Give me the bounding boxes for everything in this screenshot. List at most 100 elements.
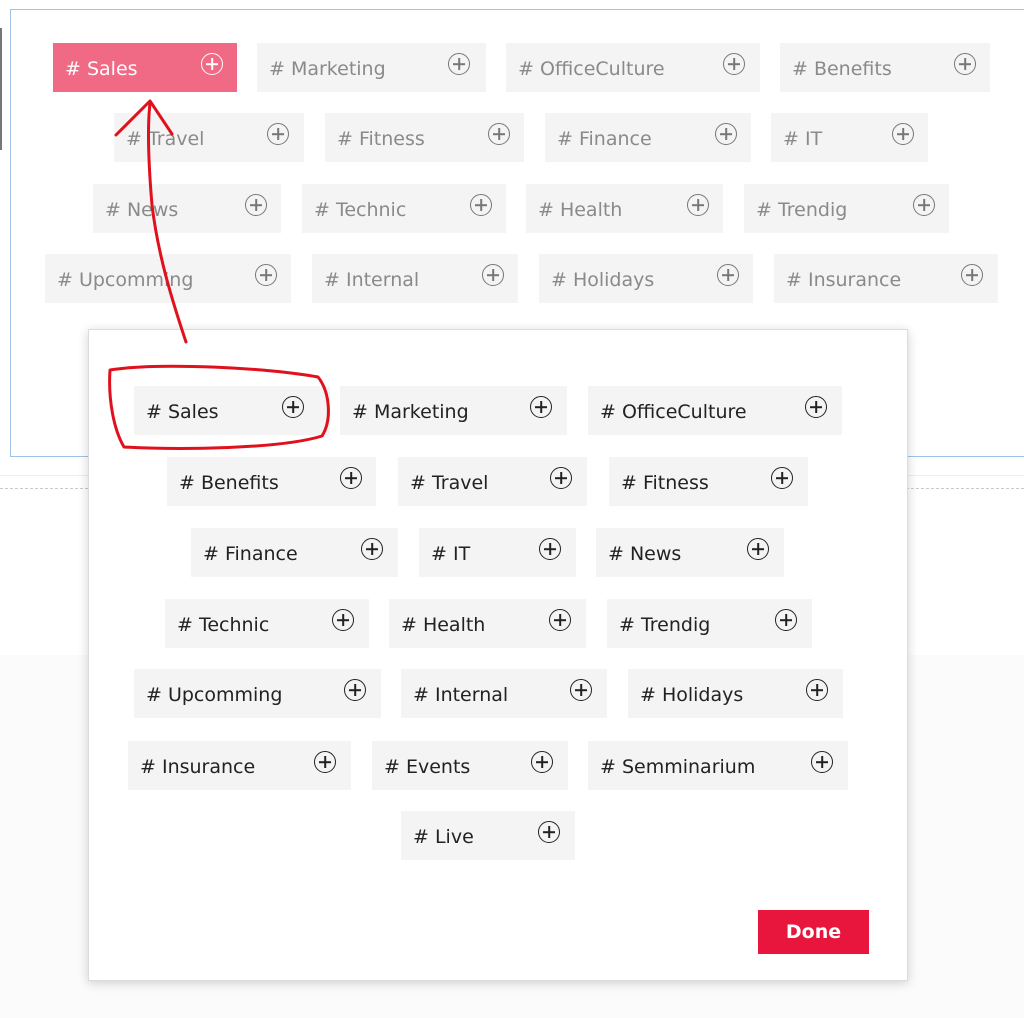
- modal-tag-upcomming[interactable]: # Upcomming: [134, 669, 381, 718]
- tag-marketing[interactable]: # Marketing: [257, 43, 486, 92]
- add-icon[interactable]: [530, 396, 552, 418]
- tag-health[interactable]: # Health: [526, 184, 723, 233]
- tag-label: # Trendig: [619, 614, 711, 636]
- tag-label: # IT: [783, 128, 823, 150]
- add-icon[interactable]: [775, 609, 797, 631]
- tag-label: # Health: [401, 614, 486, 636]
- tag-label: # Insurance: [140, 756, 256, 778]
- tag-label: # Upcomming: [57, 269, 194, 291]
- tag-label: # Holidays: [551, 269, 655, 291]
- tag-label: # Upcomming: [146, 684, 283, 706]
- tag-travel[interactable]: # Travel: [114, 113, 304, 162]
- tag-label: # Trendig: [756, 199, 848, 221]
- add-icon[interactable]: [961, 264, 983, 286]
- modal-tag-fitness[interactable]: # Fitness: [609, 457, 808, 506]
- tag-fitness[interactable]: # Fitness: [325, 113, 524, 162]
- tag-label: # Internal: [324, 269, 420, 291]
- tag-label: # Sales: [65, 58, 138, 80]
- add-icon[interactable]: [892, 123, 914, 145]
- modal-tag-semminarium[interactable]: # Semminarium: [588, 741, 848, 790]
- add-icon[interactable]: [267, 123, 289, 145]
- modal-tag-sales[interactable]: # Sales: [134, 386, 330, 435]
- tag-insurance[interactable]: # Insurance: [774, 254, 998, 303]
- add-icon[interactable]: [282, 396, 304, 418]
- add-icon[interactable]: [806, 679, 828, 701]
- tag-label: # News: [105, 199, 179, 221]
- add-icon[interactable]: [715, 123, 737, 145]
- add-icon[interactable]: [201, 53, 223, 75]
- add-icon[interactable]: [314, 751, 336, 773]
- tag-news[interactable]: # News: [93, 184, 281, 233]
- tag-technic[interactable]: # Technic: [302, 184, 506, 233]
- tag-internal[interactable]: # Internal: [312, 254, 518, 303]
- add-icon[interactable]: [361, 538, 383, 560]
- modal-tag-live[interactable]: # Live: [401, 811, 575, 860]
- tag-label: # Internal: [413, 684, 509, 706]
- add-icon[interactable]: [448, 53, 470, 75]
- add-icon[interactable]: [687, 194, 709, 216]
- tag-label: # Marketing: [352, 401, 469, 423]
- tag-sales-selected[interactable]: # Sales: [53, 43, 237, 92]
- tag-label: # Benefits: [179, 472, 279, 494]
- add-icon[interactable]: [488, 123, 510, 145]
- modal-tag-marketing[interactable]: # Marketing: [340, 386, 567, 435]
- add-icon[interactable]: [340, 467, 362, 489]
- tag-label: # Benefits: [792, 58, 892, 80]
- modal-tag-internal[interactable]: # Internal: [401, 669, 607, 718]
- add-icon[interactable]: [482, 264, 504, 286]
- tag-label: # Technic: [177, 614, 270, 636]
- add-icon[interactable]: [913, 194, 935, 216]
- modal-tag-trendig[interactable]: # Trendig: [607, 599, 812, 648]
- add-icon[interactable]: [811, 751, 833, 773]
- tag-holidays[interactable]: # Holidays: [539, 254, 753, 303]
- tag-benefits[interactable]: # Benefits: [780, 43, 990, 92]
- modal-tag-technic[interactable]: # Technic: [165, 599, 369, 648]
- add-icon[interactable]: [344, 679, 366, 701]
- tag-label: # Fitness: [621, 472, 709, 494]
- add-icon[interactable]: [531, 751, 553, 773]
- add-icon[interactable]: [717, 264, 739, 286]
- tag-label: # News: [608, 543, 682, 565]
- tag-label: # OfficeCulture: [600, 401, 747, 423]
- tag-upcomming[interactable]: # Upcomming: [45, 254, 291, 303]
- tag-label: # Semminarium: [600, 756, 756, 778]
- add-icon[interactable]: [747, 538, 769, 560]
- add-icon[interactable]: [255, 264, 277, 286]
- add-icon[interactable]: [549, 609, 571, 631]
- modal-tag-finance[interactable]: # Finance: [191, 528, 398, 577]
- add-icon[interactable]: [470, 194, 492, 216]
- modal-tag-events[interactable]: # Events: [372, 741, 568, 790]
- modal-tag-holidays[interactable]: # Holidays: [628, 669, 843, 718]
- add-icon[interactable]: [723, 53, 745, 75]
- done-button[interactable]: Done: [758, 910, 869, 954]
- add-icon[interactable]: [570, 679, 592, 701]
- tag-label: # Finance: [203, 543, 298, 565]
- modal-tag-health[interactable]: # Health: [389, 599, 586, 648]
- add-icon[interactable]: [805, 396, 827, 418]
- add-icon[interactable]: [538, 821, 560, 843]
- tag-label: # IT: [431, 543, 471, 565]
- tag-label: # Holidays: [640, 684, 744, 706]
- add-icon[interactable]: [245, 194, 267, 216]
- tag-it[interactable]: # IT: [771, 113, 928, 162]
- modal-tag-news[interactable]: # News: [596, 528, 784, 577]
- tag-label: # Sales: [146, 401, 219, 423]
- add-icon[interactable]: [332, 609, 354, 631]
- add-icon[interactable]: [954, 53, 976, 75]
- modal-tag-travel[interactable]: # Travel: [398, 457, 587, 506]
- tag-finance[interactable]: # Finance: [545, 113, 751, 162]
- tag-label: # Fitness: [337, 128, 425, 150]
- add-icon[interactable]: [539, 538, 561, 560]
- modal-tag-benefits[interactable]: # Benefits: [167, 457, 376, 506]
- tag-picker-dialog: # Sales # Marketing # OfficeCulture # Be…: [88, 329, 908, 981]
- add-icon[interactable]: [771, 467, 793, 489]
- add-icon[interactable]: [550, 467, 572, 489]
- modal-tag-insurance[interactable]: # Insurance: [128, 741, 351, 790]
- tag-trendig[interactable]: # Trendig: [744, 184, 949, 233]
- tag-label: # Travel: [126, 128, 205, 150]
- tag-label: # Technic: [314, 199, 407, 221]
- modal-tag-it[interactable]: # IT: [419, 528, 576, 577]
- tag-officeculture[interactable]: # OfficeCulture: [506, 43, 760, 92]
- modal-tag-officeculture[interactable]: # OfficeCulture: [588, 386, 842, 435]
- tag-label: # Finance: [557, 128, 652, 150]
